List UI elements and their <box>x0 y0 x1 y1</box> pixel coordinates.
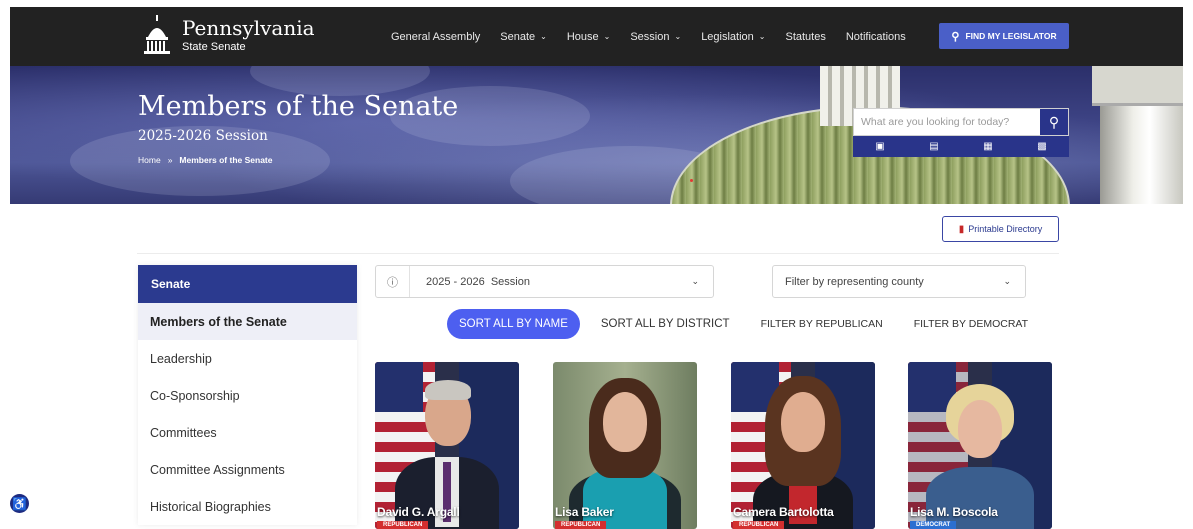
breadcrumb-current: Members of the Senate <box>179 155 273 165</box>
member-name: Lisa M. Boscola <box>910 505 998 519</box>
member-card[interactable]: Camera Bartolotta REPUBLICAN <box>731 362 875 529</box>
nav-house[interactable]: House ⌄ <box>567 31 611 43</box>
party-badge: DEMOCRAT <box>910 521 957 529</box>
member-card[interactable]: Lisa M. Boscola DEMOCRAT <box>908 362 1052 529</box>
sidebar-item-historical-biographies[interactable]: Historical Biographies <box>138 488 357 525</box>
search-input[interactable] <box>854 109 1040 135</box>
county-filter-select[interactable]: Filter by representing county ⌄ <box>772 265 1026 298</box>
member-card[interactable]: David G. Argall REPUBLICAN <box>375 362 519 529</box>
party-badge: REPUBLICAN <box>733 521 785 529</box>
building-icon[interactable]: ▦ <box>983 141 992 152</box>
sidebar-item-leadership[interactable]: Leadership <box>138 340 357 377</box>
sort-by-district-button[interactable]: SORT ALL BY DISTRICT <box>601 318 730 330</box>
sidebar-item-members[interactable]: Members of the Senate <box>138 303 357 340</box>
chevron-down-icon: ⌄ <box>540 32 547 41</box>
county-filter-placeholder: Filter by representing county <box>785 275 924 288</box>
member-card[interactable]: Lisa Baker REPUBLICAN <box>553 362 697 529</box>
capitol-dome-icon <box>144 15 170 54</box>
breadcrumb: Home » Members of the Senate <box>138 155 272 165</box>
member-photo <box>731 362 875 529</box>
chevron-down-icon: ⌄ <box>1003 276 1011 286</box>
person-search-icon: ⚲ <box>951 30 960 43</box>
breadcrumb-home[interactable]: Home <box>138 155 161 165</box>
chevron-down-icon: ⌄ <box>758 32 766 41</box>
page-title: Members of the Senate <box>138 91 459 122</box>
brand-title: Pennsylvania <box>182 15 315 40</box>
sidebar-heading: Senate <box>138 265 357 303</box>
accessibility-icon[interactable]: ♿ <box>10 494 29 513</box>
chat-icon[interactable]: ▩ <box>1037 141 1046 152</box>
find-my-legislator-button[interactable]: ⚲ FIND MY LEGISLATOR <box>939 23 1069 49</box>
sidebar-item-co-sponsorship[interactable]: Co-Sponsorship <box>138 377 357 414</box>
member-photo <box>908 362 1052 529</box>
site-logo[interactable]: Pennsylvania State Senate <box>142 15 315 55</box>
member-name: David G. Argall <box>377 505 460 519</box>
member-photo <box>553 362 697 529</box>
nav-legislation[interactable]: Legislation ⌄ <box>701 31 765 43</box>
nav-senate[interactable]: Senate ⌄ <box>500 31 547 43</box>
sidebar-item-committee-assignments[interactable]: Committee Assignments <box>138 451 357 488</box>
session-subtitle: 2025-2026 Session <box>138 128 268 144</box>
brand-subtitle: State Senate <box>182 40 246 53</box>
session-select[interactable]: ⓘ 2025 - 2026 Session ⌄ <box>375 265 714 298</box>
book-icon[interactable]: ▤ <box>929 141 938 152</box>
hero-banner: Members of the Senate 2025-2026 Session … <box>10 66 1183 204</box>
search-icon[interactable]: ⚲ <box>1040 109 1068 135</box>
member-photo <box>375 362 519 529</box>
chevron-down-icon: ⌄ <box>603 32 611 41</box>
chevron-down-icon: ⌄ <box>674 32 682 41</box>
session-select-value: 2025 - 2026 Session <box>426 275 530 288</box>
sort-filter-row: SORT ALL BY NAME SORT ALL BY DISTRICT FI… <box>447 309 1028 339</box>
main-nav: General Assembly Senate ⌄ House ⌄ Session ⌄… <box>391 7 926 66</box>
nav-session[interactable]: Session ⌄ <box>630 31 681 43</box>
party-badge: REPUBLICAN <box>377 521 429 529</box>
printable-directory-button[interactable]: ▮ Printable Directory <box>942 216 1059 242</box>
breadcrumb-separator: » <box>167 155 173 165</box>
member-name: Lisa Baker <box>555 505 614 519</box>
site-search: ⚲ <box>853 108 1069 136</box>
member-name: Camera Bartolotta <box>733 505 834 519</box>
top-navigation-bar: Pennsylvania State Senate General Assemb… <box>10 7 1183 66</box>
info-icon: ⓘ <box>376 266 410 297</box>
sidebar: Senate Members of the Senate Leadership … <box>138 265 357 525</box>
nav-general-assembly[interactable]: General Assembly <box>391 31 480 43</box>
filter-republican-button[interactable]: FILTER BY REPUBLICAN <box>761 318 883 330</box>
pdf-icon: ▮ <box>958 223 965 235</box>
divider <box>137 253 1059 254</box>
quick-links: ▣ ▤ ▦ ▩ <box>853 136 1069 157</box>
nav-notifications[interactable]: Notifications <box>846 31 906 43</box>
sort-by-name-button[interactable]: SORT ALL BY NAME <box>447 309 580 339</box>
party-badge: REPUBLICAN <box>555 521 607 529</box>
document-icon[interactable]: ▣ <box>875 141 884 152</box>
filter-democrat-button[interactable]: FILTER BY DEMOCRAT <box>914 318 1028 330</box>
chevron-down-icon: ⌄ <box>691 276 699 286</box>
sidebar-item-committees[interactable]: Committees <box>138 414 357 451</box>
nav-statutes[interactable]: Statutes <box>785 31 825 43</box>
